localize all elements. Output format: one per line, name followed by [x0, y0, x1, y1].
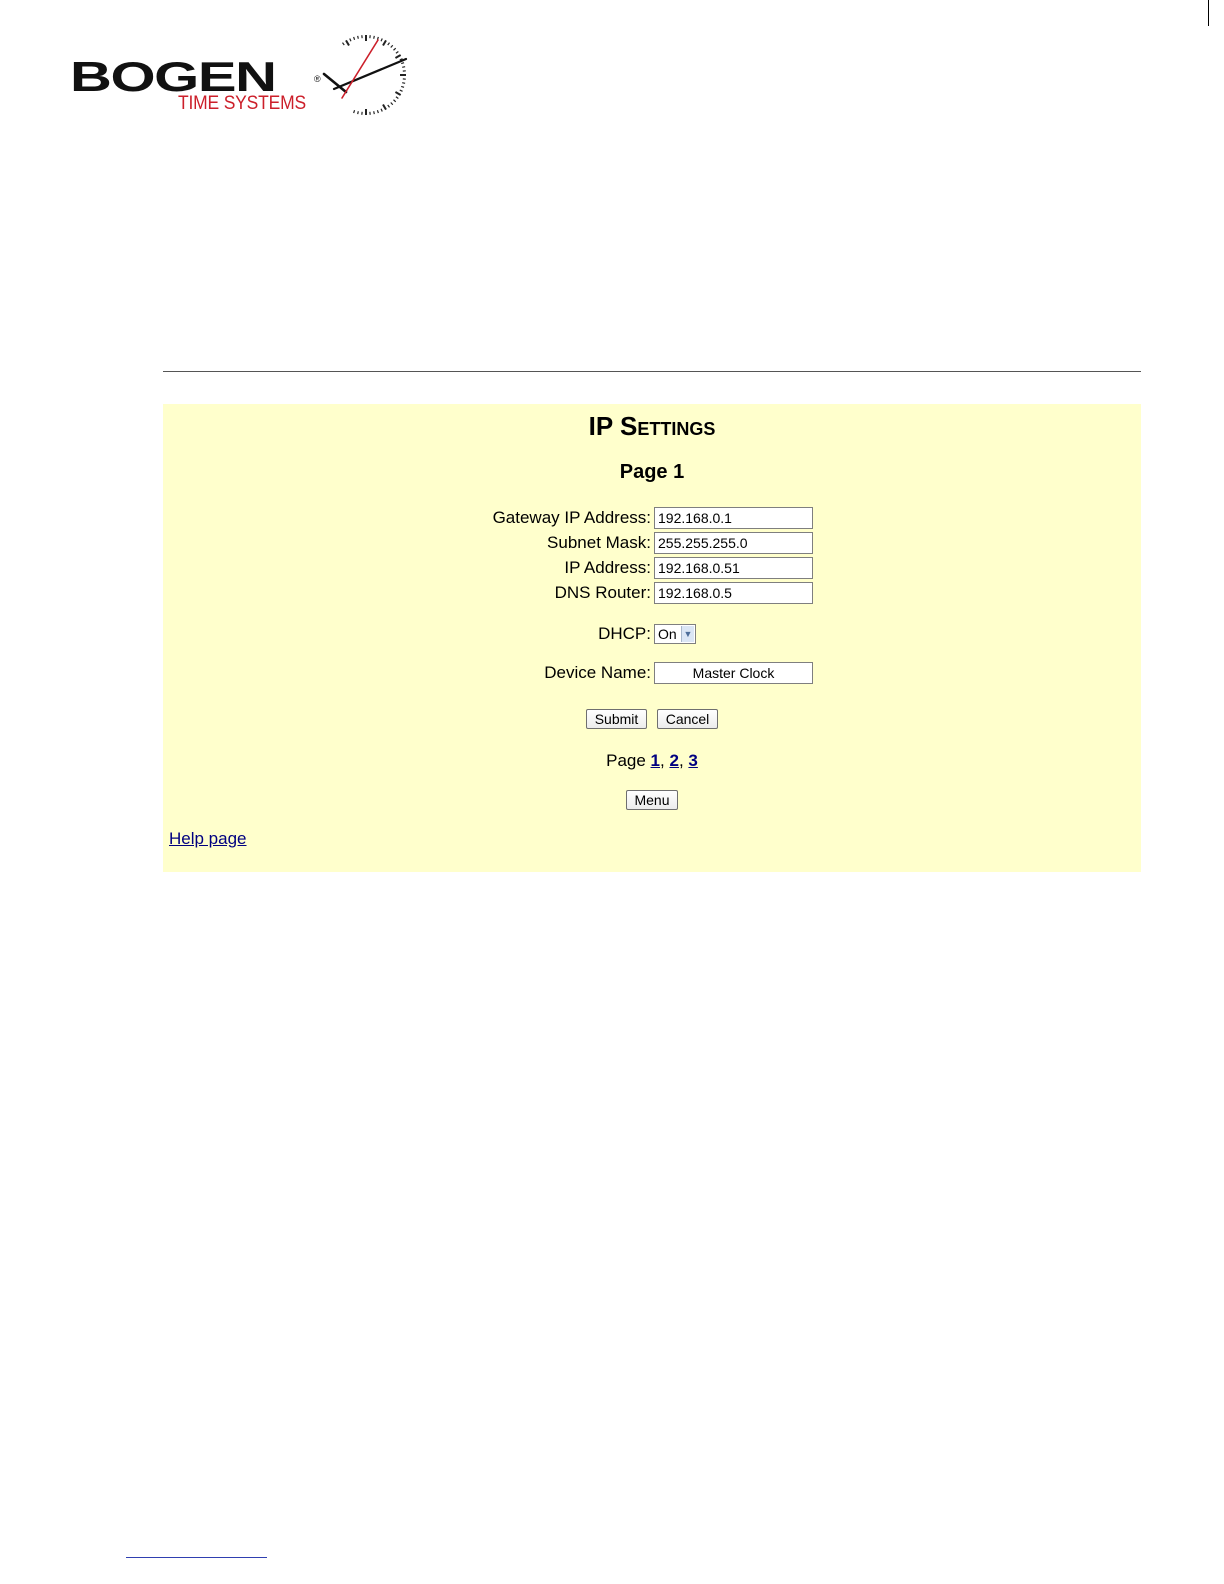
clock-tick: [402, 82, 406, 84]
clock-tick: [376, 110, 379, 114]
clock-tick: [401, 62, 405, 65]
pager-prefix: Page: [606, 751, 646, 770]
subnet-label: Subnet Mask:: [547, 533, 651, 552]
clock-tick: [342, 42, 345, 46]
help-page-link[interactable]: Help page: [169, 828, 247, 850]
clock-tick: [357, 35, 359, 39]
page-navigation: Page 1, 2, 3: [163, 750, 1141, 772]
clock-tick: [373, 111, 375, 115]
menu-button[interactable]: Menu: [626, 790, 678, 810]
clock-tick: [349, 38, 352, 42]
clock-tick: [382, 103, 387, 111]
corner-mark: [1208, 0, 1209, 26]
clock-tick: [353, 110, 356, 114]
device-name-label: Device Name:: [544, 663, 651, 682]
clock-tick: [394, 54, 402, 59]
logo-subtitle: TIME SYSTEMS: [178, 93, 306, 114]
dns-router-input[interactable]: 192.168.0.5: [654, 582, 813, 604]
dns-router-label: DNS Router:: [554, 583, 651, 602]
clock-tick: [399, 89, 403, 92]
horizontal-rule: [163, 371, 1141, 372]
ip-address-input[interactable]: 192.168.0.51: [654, 557, 813, 579]
clock-tick: [394, 91, 402, 96]
chevron-down-icon[interactable]: ▼: [681, 626, 694, 642]
dhcp-selected-value: On: [658, 626, 677, 642]
dhcp-select[interactable]: On ▼: [654, 624, 696, 644]
logo-brand-text: BOGEN: [70, 53, 277, 100]
cancel-button[interactable]: Cancel: [657, 709, 718, 729]
clock-tick: [380, 108, 383, 112]
pager-separator: ,: [678, 751, 684, 770]
clock-tick: [401, 85, 405, 88]
clock-tick: [387, 42, 390, 46]
clock-tick: [402, 66, 406, 68]
clock-tick: [390, 102, 394, 106]
page-link-1[interactable]: 1: [651, 751, 660, 770]
ip-settings-panel: IP Settings Page 1 Gateway IP Address: 1…: [163, 404, 1141, 872]
clock-tick: [357, 111, 359, 115]
device-name-input[interactable]: Master Clock: [654, 662, 813, 684]
clock-tick: [373, 35, 375, 39]
clock-tick: [345, 39, 350, 47]
dhcp-label: DHCP:: [598, 624, 651, 643]
submit-button[interactable]: Submit: [586, 709, 647, 729]
clock-tick: [353, 36, 356, 40]
clock-tick: [395, 96, 399, 99]
page-heading: Page 1: [619, 461, 685, 483]
pager-separator: ,: [660, 751, 665, 770]
ip-address-label: IP Address:: [564, 558, 651, 577]
page-link-2[interactable]: 2: [669, 751, 678, 770]
clock-tick: [395, 51, 399, 54]
subnet-mask-input[interactable]: 255.255.255.0: [654, 532, 813, 554]
gateway-label: Gateway IP Address:: [492, 508, 651, 527]
gateway-ip-input[interactable]: 192.168.0.1: [654, 507, 813, 529]
page-title: IP Settings: [588, 411, 716, 441]
clock-tick: [393, 47, 397, 51]
clock-tick: [393, 99, 397, 103]
clock-tick: [380, 38, 383, 42]
clock-tick: [387, 104, 390, 108]
footer-link-underline: [126, 1557, 267, 1558]
bogen-logo: BOGEN ® TIME SYSTEMS: [70, 34, 410, 116]
clock-tick: [382, 39, 387, 47]
page-link-3[interactable]: 3: [688, 751, 697, 770]
clock-tick: [390, 44, 394, 48]
clock-icon: [322, 35, 408, 115]
